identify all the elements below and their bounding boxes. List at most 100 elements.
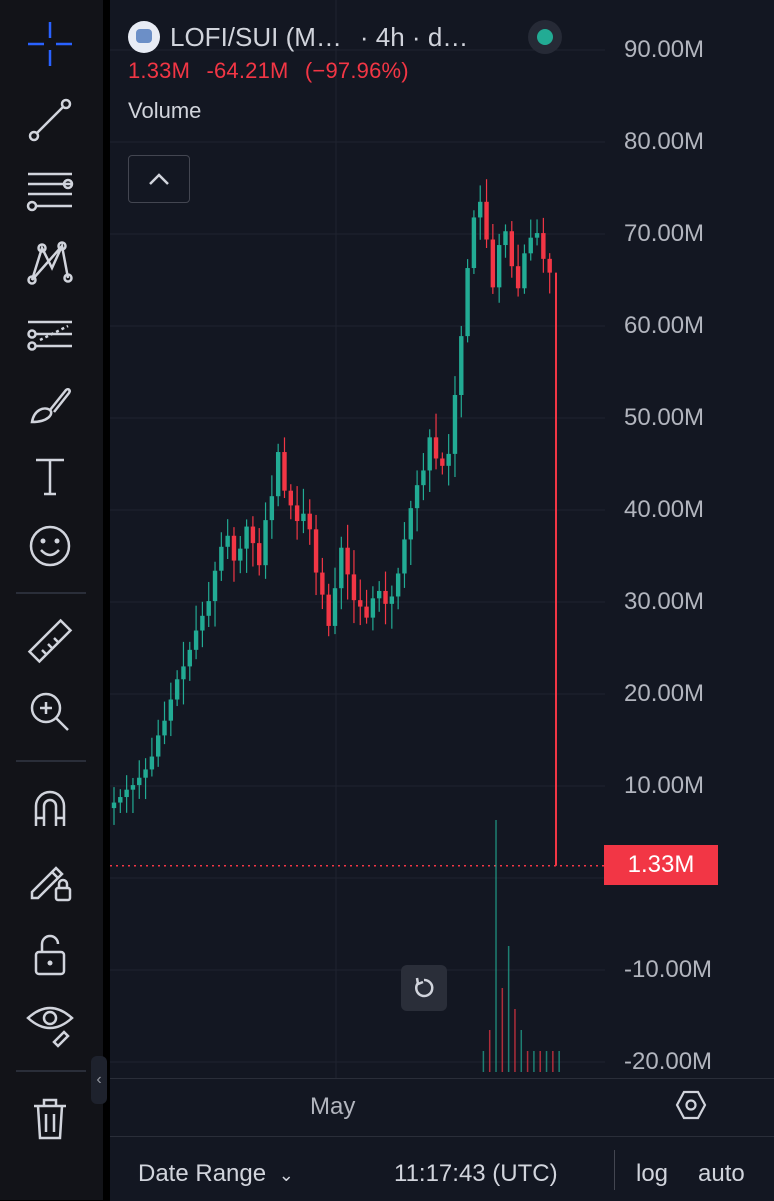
clock-timezone[interactable]: 11:17:43 (UTC) bbox=[394, 1160, 558, 1188]
candle-body bbox=[244, 526, 249, 549]
candle-body bbox=[465, 268, 470, 337]
candle-body bbox=[130, 785, 136, 790]
candle-body bbox=[440, 458, 445, 466]
market-status-indicator[interactable] bbox=[528, 20, 562, 54]
candle-body bbox=[433, 437, 439, 459]
candle-body bbox=[143, 769, 148, 778]
candle-body bbox=[389, 596, 395, 604]
candle-body bbox=[174, 679, 180, 700]
candle-body bbox=[162, 720, 167, 736]
candle-body bbox=[452, 395, 458, 454]
candle-body bbox=[490, 239, 496, 288]
forecast-tool[interactable] bbox=[18, 306, 82, 362]
price-label: 50.00M bbox=[624, 404, 705, 431]
candle-body bbox=[137, 777, 142, 786]
candle-body bbox=[212, 570, 218, 602]
collapse-toolbar-button[interactable]: ‹ bbox=[91, 1056, 107, 1104]
candle-body bbox=[326, 594, 331, 626]
candle-body bbox=[414, 485, 420, 509]
unlock-tool[interactable] bbox=[18, 926, 82, 982]
candle-body bbox=[187, 649, 192, 667]
candle-body bbox=[301, 513, 306, 522]
last-value: 1.33M bbox=[128, 58, 191, 83]
crosshair-tool[interactable] bbox=[18, 16, 82, 72]
settings-hexagon-icon bbox=[675, 1090, 707, 1120]
candle-body bbox=[320, 572, 325, 595]
trend-line-icon bbox=[28, 98, 72, 142]
ohlc-values: 1.33M -64.21M (−97.96%) bbox=[128, 58, 608, 84]
price-chart[interactable] bbox=[110, 0, 774, 1078]
price-label: 30.00M bbox=[624, 588, 705, 615]
candle-body bbox=[496, 245, 502, 288]
candle-body bbox=[377, 590, 382, 599]
magnet-icon bbox=[34, 790, 66, 826]
measure-tool[interactable] bbox=[18, 614, 82, 670]
candle-body bbox=[364, 606, 369, 618]
reset-chart-button[interactable] bbox=[401, 965, 447, 1011]
candle-body bbox=[124, 789, 129, 798]
candle-body bbox=[225, 535, 230, 547]
price-label: 20.00M bbox=[624, 680, 705, 707]
hide-tool[interactable] bbox=[18, 996, 82, 1052]
candle-body bbox=[421, 470, 426, 486]
unlock-icon bbox=[34, 934, 66, 976]
pencil-lock-icon bbox=[30, 866, 72, 902]
price-label: 80.00M bbox=[624, 128, 705, 155]
bottom-divider bbox=[614, 1150, 615, 1190]
log-scale-toggle[interactable]: log bbox=[636, 1160, 668, 1188]
candle-body bbox=[257, 543, 262, 566]
candle-body bbox=[307, 513, 312, 530]
eye-icon bbox=[26, 1006, 74, 1048]
change-percent: (−97.96%) bbox=[304, 58, 409, 83]
candle-body bbox=[471, 217, 477, 269]
candle-body bbox=[250, 526, 256, 544]
text-tool[interactable] bbox=[18, 448, 82, 504]
candle-body bbox=[288, 490, 293, 506]
candle-body bbox=[238, 548, 243, 561]
candle-body bbox=[547, 258, 552, 273]
candle-body bbox=[313, 529, 319, 573]
candle-body bbox=[459, 336, 464, 395]
candle-body bbox=[219, 546, 224, 571]
price-label: 10.00M bbox=[624, 772, 705, 799]
candle-body bbox=[118, 797, 123, 803]
price-label: 60.00M bbox=[624, 312, 705, 339]
text-icon bbox=[36, 458, 64, 496]
date-range-label: Date Range bbox=[138, 1160, 267, 1187]
reset-icon bbox=[415, 977, 434, 998]
indicator-label[interactable]: Volume bbox=[128, 98, 608, 124]
collapse-indicators-button[interactable] bbox=[128, 155, 190, 203]
price-label: 90.00M bbox=[624, 36, 705, 63]
candle-body bbox=[294, 505, 300, 522]
chart-settings-button[interactable] bbox=[674, 1088, 708, 1122]
trend-line-tool[interactable] bbox=[18, 92, 82, 148]
symbol-name: LOFI/SUI (M… bbox=[170, 21, 342, 52]
candle-body bbox=[231, 535, 237, 561]
candle-body bbox=[181, 666, 186, 680]
drawing-toolbar bbox=[0, 0, 103, 1200]
candle-body bbox=[528, 237, 533, 254]
symbol-meta: · 4h · d… bbox=[359, 21, 469, 52]
date-range-button[interactable]: Date Range ⌄ bbox=[138, 1160, 294, 1188]
candle-body bbox=[269, 496, 275, 521]
chevron-down-icon: ⌄ bbox=[278, 1165, 294, 1185]
fib-retracement-tool[interactable] bbox=[18, 162, 82, 218]
lock-drawings-tool[interactable] bbox=[18, 852, 82, 908]
ruler-icon bbox=[27, 618, 73, 664]
candle-body bbox=[351, 574, 357, 601]
magnet-tool[interactable] bbox=[18, 780, 82, 836]
fib-retracement-icon bbox=[26, 172, 74, 212]
candle-body bbox=[263, 520, 268, 566]
emoji-tool[interactable] bbox=[18, 518, 82, 574]
pattern-icon bbox=[27, 241, 73, 285]
zoom-tool[interactable] bbox=[18, 684, 82, 740]
price-label: 40.00M bbox=[624, 496, 705, 523]
auto-scale-toggle[interactable]: auto bbox=[698, 1160, 745, 1188]
candle-body bbox=[541, 233, 546, 259]
candle-body bbox=[515, 266, 521, 289]
toolbar-divider bbox=[16, 1070, 86, 1072]
time-axis-month: May bbox=[310, 1093, 356, 1120]
brush-tool[interactable] bbox=[18, 376, 82, 432]
remove-drawings-tool[interactable] bbox=[18, 1090, 82, 1146]
pattern-tool[interactable] bbox=[18, 234, 82, 290]
